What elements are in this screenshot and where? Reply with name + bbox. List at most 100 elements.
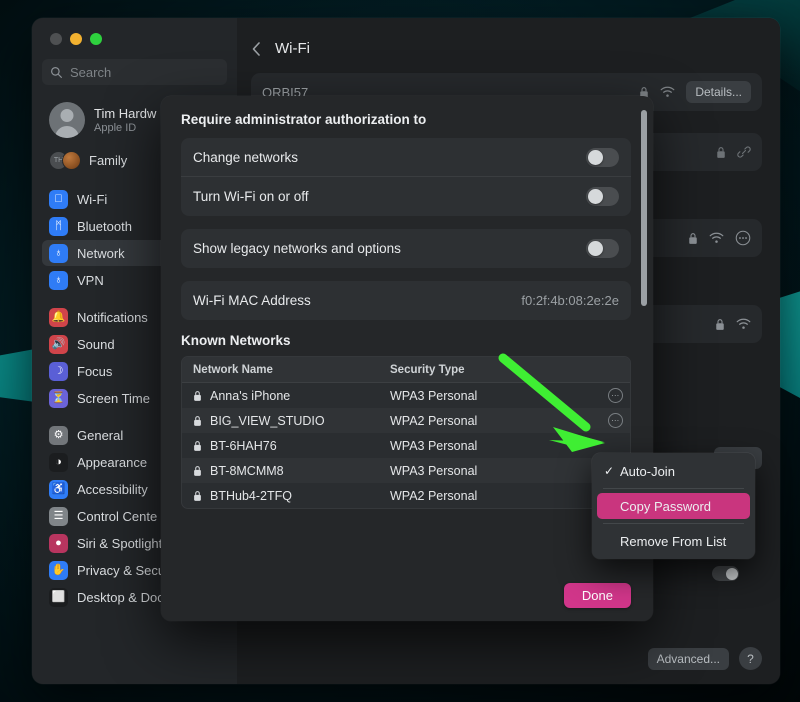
zoom-button[interactable] xyxy=(90,33,102,45)
lock-icon xyxy=(715,318,725,331)
control-center-icon: ☰ xyxy=(49,507,68,526)
speaker-icon: 🔊 xyxy=(49,335,68,354)
mac-address-label: Wi-Fi MAC Address xyxy=(193,293,521,308)
known-networks-table: Network Name Security Type Anna's iPhone… xyxy=(181,356,631,509)
family-avatar-photo xyxy=(62,151,81,170)
sidebar-item-label: General xyxy=(77,428,123,443)
lock-icon xyxy=(716,146,726,159)
toggle-legacy-networks[interactable] xyxy=(586,239,619,258)
more-icon[interactable] xyxy=(735,230,751,246)
lock-icon xyxy=(688,232,698,245)
globe-icon: ♁ xyxy=(49,244,68,263)
network-name-text: BT-8MCMM8 xyxy=(210,464,284,478)
sidebar-item-label: Appearance xyxy=(77,455,147,470)
row-more-icon[interactable]: ⋯ xyxy=(608,413,623,428)
desktop-icon: ⬜ xyxy=(49,588,68,607)
vpn-globe-icon: ♁ xyxy=(49,271,68,290)
done-button[interactable]: Done xyxy=(564,583,631,608)
mac-address-value: f0:2f:4b:08:2e:2e xyxy=(521,293,619,308)
lock-icon xyxy=(193,415,202,427)
sheet-body: Require administrator authorization to C… xyxy=(161,96,653,569)
menu-item-auto-join[interactable]: Auto-Join xyxy=(597,458,750,484)
sidebar-item-label: Wi-Fi xyxy=(77,192,107,207)
auth-row-turn-wifi[interactable]: Turn Wi-Fi on or off xyxy=(181,177,631,216)
sidebar-item-label: VPN xyxy=(77,273,104,288)
account-name: Tim Hardw xyxy=(94,106,156,121)
table-row[interactable]: Anna's iPhoneWPA3 Personal⋯ xyxy=(182,383,630,408)
sidebar-item-label: Sound xyxy=(77,337,115,352)
cell-network-name: Anna's iPhone xyxy=(182,389,390,403)
mac-address-row: Wi-Fi MAC Address f0:2f:4b:08:2e:2e xyxy=(181,281,631,320)
sidebar-item-label: Bluetooth xyxy=(77,219,132,234)
auth-options-card: Change networks Turn Wi-Fi on or off xyxy=(181,138,631,216)
network-name-text: BIG_VIEW_STUDIO xyxy=(210,414,325,428)
cell-network-name: BTHub4-2TFQ xyxy=(182,489,390,503)
help-button[interactable]: ? xyxy=(739,647,762,670)
moon-icon: ☽ xyxy=(49,362,68,381)
account-subtitle: Apple ID xyxy=(94,122,156,134)
menu-item-copy-password[interactable]: Copy Password xyxy=(597,493,750,519)
search-placeholder: Search xyxy=(70,65,111,80)
search-input[interactable]: Search xyxy=(42,59,227,85)
legacy-networks-label: Show legacy networks and options xyxy=(193,241,586,256)
hourglass-icon: ⏳ xyxy=(49,389,68,408)
sidebar-item-label: Desktop & Dock xyxy=(77,590,170,605)
details-button[interactable]: Details... xyxy=(686,81,751,103)
menu-separator xyxy=(603,488,744,489)
screen: Search Tim Hardw Apple ID TH Family Wi-… xyxy=(0,0,800,702)
chevron-left-icon[interactable] xyxy=(251,41,262,57)
siri-icon: ● xyxy=(49,534,68,553)
column-header-security-type: Security Type xyxy=(390,364,630,376)
toggle-turn-wifi[interactable] xyxy=(586,187,619,206)
bluetooth-icon: ᛗ xyxy=(49,217,68,236)
partial-setting-toggle[interactable] xyxy=(712,566,739,581)
menu-label-remove-from-list: Remove From List xyxy=(620,534,726,549)
mac-address-card: Wi-Fi MAC Address f0:2f:4b:08:2e:2e xyxy=(181,281,631,320)
wifi-admin-authorization-sheet: Require administrator authorization to C… xyxy=(161,96,653,621)
system-settings-window: Search Tim Hardw Apple ID TH Family Wi-… xyxy=(32,18,780,684)
sidebar-item-label: Network xyxy=(77,246,125,261)
advanced-button[interactable]: Advanced... xyxy=(648,648,729,670)
column-header-network-name: Network Name xyxy=(182,364,390,376)
known-networks-title: Known Networks xyxy=(181,333,631,348)
table-body: Anna's iPhoneWPA3 Personal⋯BIG_VIEW_STUD… xyxy=(182,383,630,508)
auth-label-change-networks: Change networks xyxy=(193,150,586,165)
menu-separator xyxy=(603,523,744,524)
family-avatars: TH xyxy=(49,151,81,170)
auth-row-change-networks[interactable]: Change networks xyxy=(181,138,631,177)
table-row[interactable]: BIG_VIEW_STUDIO WPA2 Personal⋯ xyxy=(182,408,630,433)
gear-icon: ⚙ xyxy=(49,426,68,445)
lock-icon xyxy=(193,440,202,452)
legacy-networks-row[interactable]: Show legacy networks and options xyxy=(181,229,631,268)
network-name-text: Anna's iPhone xyxy=(210,389,290,403)
network-name-text: BTHub4-2TFQ xyxy=(210,489,292,503)
sidebar-item-label: Focus xyxy=(77,364,112,379)
user-avatar-icon xyxy=(49,102,85,138)
sidebar-item-label: Siri & Spotlight xyxy=(77,536,162,551)
accessibility-icon: ♿ xyxy=(49,480,68,499)
bell-icon: 🔔 xyxy=(49,308,68,327)
table-row[interactable]: BT-8MCMM8WPA3 Personal xyxy=(182,458,630,483)
cell-security-type: WPA2 Personal xyxy=(390,414,608,428)
minimize-button[interactable] xyxy=(70,33,82,45)
sheet-footer: Done xyxy=(161,569,653,621)
row-more-icon[interactable]: ⋯ xyxy=(608,388,623,403)
close-button[interactable] xyxy=(50,33,62,45)
legacy-networks-card: Show legacy networks and options xyxy=(181,229,631,268)
sidebar-item-label: Screen Time xyxy=(77,391,150,406)
content-header: Wi-Fi xyxy=(237,18,780,57)
table-row[interactable]: BT-6HAH76WPA3 Personal xyxy=(182,433,630,458)
table-row[interactable]: BTHub4-2TFQWPA2 Personal xyxy=(182,483,630,508)
sidebar-item-label: Accessibility xyxy=(77,482,148,497)
wifi-icon xyxy=(736,318,751,330)
lock-icon xyxy=(193,390,202,402)
toggle-change-networks[interactable] xyxy=(586,148,619,167)
sheet-title: Require administrator authorization to xyxy=(181,112,631,127)
link-icon xyxy=(737,145,751,159)
lock-icon xyxy=(193,490,202,502)
menu-item-remove-from-list[interactable]: Remove From List xyxy=(597,528,750,554)
table-header: Network Name Security Type xyxy=(182,357,630,383)
scrollbar-thumb[interactable] xyxy=(641,110,647,306)
sheet-scrollbar[interactable] xyxy=(641,110,647,510)
network-name-text: BT-6HAH76 xyxy=(210,439,277,453)
